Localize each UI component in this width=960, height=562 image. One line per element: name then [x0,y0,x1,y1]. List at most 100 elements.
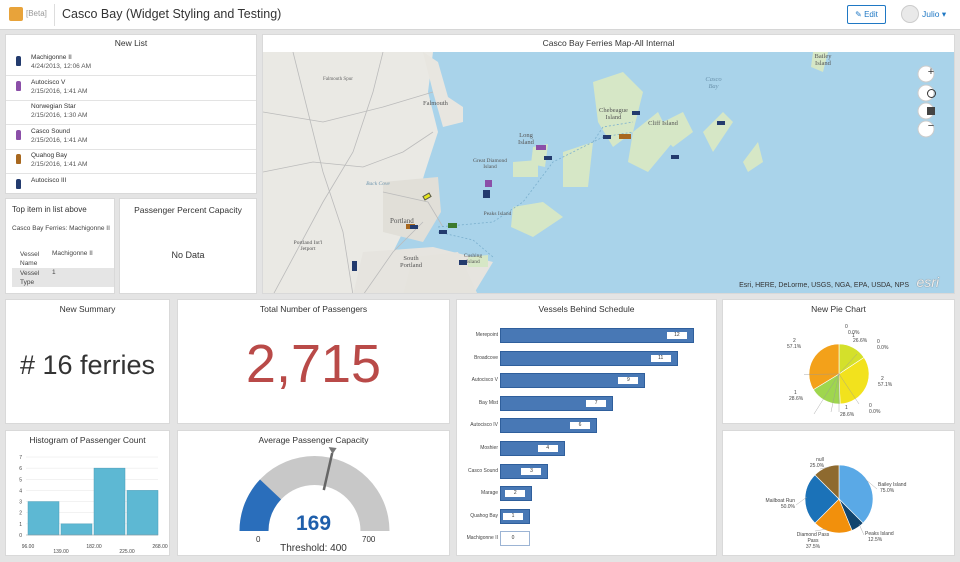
bar-value-label: 2 [505,490,526,498]
user-menu[interactable]: Julio ▾ [922,9,946,20]
bar[interactable]: 3 [500,463,549,479]
x-tick-label: 96.00 [22,544,35,550]
bar-value-label: 1 [503,512,523,520]
list-item[interactable]: Machigonne II 4/24/2013, 12:06 AM [6,52,256,76]
bar-category-label: Broadcove [474,354,498,361]
zoom-in-button[interactable]: + [924,66,938,78]
bar-category-label: Casco Sound [467,467,498,474]
pie-label: 57.1% [878,382,893,388]
map-label-great: Great Diamond Island [472,158,508,170]
bar-value-label: 7 [586,399,607,407]
bar[interactable]: 11 [500,350,678,366]
histogram-panel: Histogram of Passenger Count 0 1 2 3 4 5 6 7 96.… [5,430,170,556]
pie-label: 37.5% [806,544,821,550]
zoom-out-button[interactable]: − [924,120,938,132]
pie-label: 0.0% [877,345,889,351]
list-item[interactable]: Autocisco V 2/15/2016, 1:41 AM [6,77,256,101]
histogram-bar[interactable] [27,501,60,536]
ferry-marker[interactable] [448,223,457,228]
no-data-text: No Data [171,250,205,260]
vessels-chart: Merepoint 12 Broadcove 11 Autocisco V 9 Bay Mi… [457,328,716,548]
bar-value-label: 9 [618,377,639,385]
bar-category-label: Marage [481,490,498,497]
y-tick-label: 3 [19,500,22,506]
ferry-marker[interactable] [459,260,467,265]
home-icon[interactable] [927,107,935,115]
panel-title: Histogram of Passenger Count [29,435,146,445]
bar[interactable]: 2 [500,486,533,502]
gauge-value: 169 [295,512,332,535]
field-key: Vessel Type [20,270,40,286]
threshold-arrow-icon [328,447,337,455]
bar-value-label: 4 [537,445,558,452]
map-label-peaks: Peaks Island [483,211,512,217]
field-value: Machigonne II [52,250,93,257]
histogram-bar[interactable] [126,490,159,536]
histogram-bar[interactable] [60,523,93,536]
y-tick-label: 5 [19,477,22,483]
beta-label: [Beta] [26,9,47,18]
ferry-marker[interactable] [485,180,492,187]
bar-value-label: 3 [521,467,542,475]
ferry-marker[interactable] [619,134,631,139]
new-list-panel: New List Machigonne II 4/24/2013, 12:06 A… [5,34,257,194]
pie-label: 0.0% [869,409,881,415]
list-item-name: Autocisco III [31,176,67,184]
list-item-name: Autocisco V [31,78,66,86]
ferry-marker[interactable] [603,135,611,139]
leader-line [858,523,865,536]
page-title: Casco Bay (Widget Styling and Testing) [62,7,282,21]
ferry-marker[interactable] [671,155,679,159]
bar-value-label: 6 [569,422,590,430]
list-item[interactable]: Quahog Bay 2/15/2016, 1:41 AM [6,150,256,174]
bar[interactable]: 4 [500,441,565,456]
list-item-name: Machigonne II [31,54,72,61]
edit-button[interactable]: ✎ Edit [847,5,886,24]
bar[interactable]: 12 [500,328,694,343]
ferry-marker[interactable] [544,156,552,160]
list-item-date: 2/15/2016, 1:30 AM [31,112,88,119]
list-item[interactable]: Casco Sound 2/15/2016, 1:41 AM [6,126,256,150]
pie-label: 1 [845,405,848,411]
map-label-south-portland: South Portland [399,255,423,269]
bar-category-label: Autocisco V [471,377,498,384]
x-tick-label: 225.00 [119,549,135,555]
esri-logo: esri [916,274,939,290]
ferry-icon [16,154,21,164]
ferry-icon [16,56,21,66]
header-divider [54,4,55,26]
panel-title: New Pie Chart [811,304,866,314]
panel-title: New List [114,38,148,48]
bar[interactable]: 1 [500,508,530,524]
pie-label: 12.5% [868,537,883,543]
locate-button[interactable] [927,89,936,98]
ferry-icon [16,129,21,140]
ferry-marker[interactable] [483,190,490,198]
bar-category-label: Machigonne II [466,535,498,542]
ferry-marker[interactable] [717,121,725,125]
x-tick-label: 182.00 [86,544,102,550]
ferry-marker[interactable] [352,261,357,271]
avatar[interactable] [901,5,919,23]
bar[interactable]: 9 [500,373,646,389]
bar[interactable]: 0 [500,531,530,547]
bar-category-label: Merepoint [475,332,498,338]
histogram-bar[interactable] [93,467,126,536]
pie-label: 75.0% [880,488,895,494]
edit-label: Edit [864,10,878,19]
bar[interactable]: 6 [500,418,597,434]
list-item[interactable]: Norwegian Star 2/15/2016, 1:30 AM [6,101,256,125]
map-canvas[interactable] [263,52,955,294]
ferry-marker[interactable] [536,145,546,150]
ferry-marker[interactable] [632,111,640,115]
ferry-marker[interactable] [439,230,447,234]
x-tick-label: 139.00 [53,549,69,555]
bar[interactable]: 7 [500,395,614,411]
list-item[interactable]: Autocisco III [6,175,256,194]
newpie-panel: New Pie Chart 0 0.0% 1 26.6% 0 0.0% 2 57.1% 2 57.… [722,299,955,424]
ferry-marker[interactable] [410,225,418,229]
panel-title: Vessels Behind Schedule [538,304,635,314]
y-tick-label: 6 [19,466,22,472]
panel-title: Passenger Percent Capacity [134,205,242,215]
field-value: 1 [52,269,56,276]
